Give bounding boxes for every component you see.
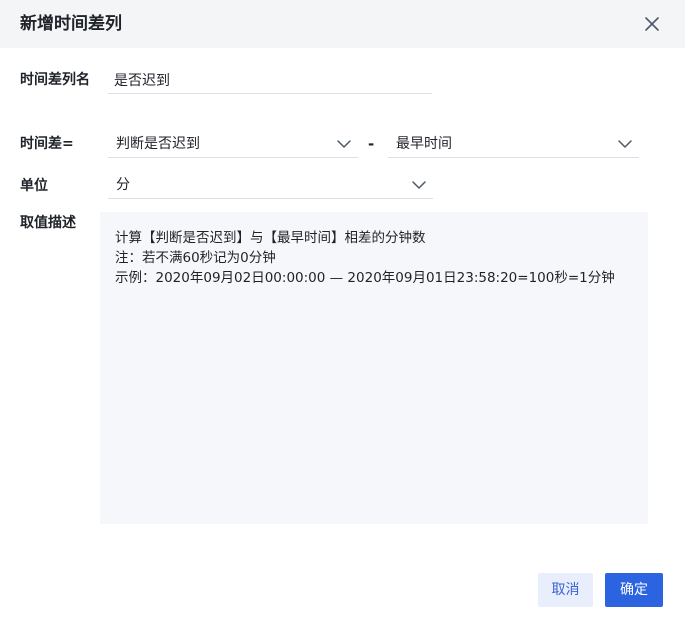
time-diff-label: 时间差= <box>20 136 74 152</box>
close-icon[interactable] <box>641 13 663 35</box>
description-label: 取值描述 <box>20 215 76 231</box>
minus-operator: - <box>368 135 375 153</box>
chevron-down-icon <box>411 177 427 193</box>
chevron-down-icon <box>336 136 352 152</box>
dialog-header: 新增时间差列 <box>0 0 685 48</box>
cancel-button[interactable]: 取消 <box>538 573 593 607</box>
description-line: 计算【判断是否迟到】与【最早时间】相差的分钟数 <box>115 230 426 246</box>
confirm-button[interactable]: 确定 <box>605 573 663 607</box>
chevron-down-icon <box>617 136 633 152</box>
unit-select[interactable]: 分 <box>108 171 433 199</box>
time-diff-left-select[interactable]: 判断是否迟到 <box>108 130 358 158</box>
time-diff-left-value: 判断是否迟到 <box>116 136 200 152</box>
time-diff-right-select[interactable]: 最早时间 <box>388 130 639 158</box>
time-diff-right-value: 最早时间 <box>396 136 452 152</box>
add-time-diff-column-dialog: 新增时间差列 时间差列名 时间差= 判断是否迟到 - 最早时间 单位 分 取值描… <box>0 0 685 624</box>
dialog-title: 新增时间差列 <box>20 14 122 34</box>
description-line: 示例：2020年09月02日00:00:00 — 2020年09月01日23:5… <box>115 270 615 286</box>
unit-value: 分 <box>116 177 130 193</box>
column-name-input[interactable] <box>108 66 432 94</box>
column-name-label: 时间差列名 <box>20 72 90 88</box>
unit-label: 单位 <box>20 178 48 194</box>
description-box: 计算【判断是否迟到】与【最早时间】相差的分钟数 注：若不满60秒记为0分钟 示例… <box>100 212 648 524</box>
description-line: 注：若不满60秒记为0分钟 <box>115 250 276 266</box>
